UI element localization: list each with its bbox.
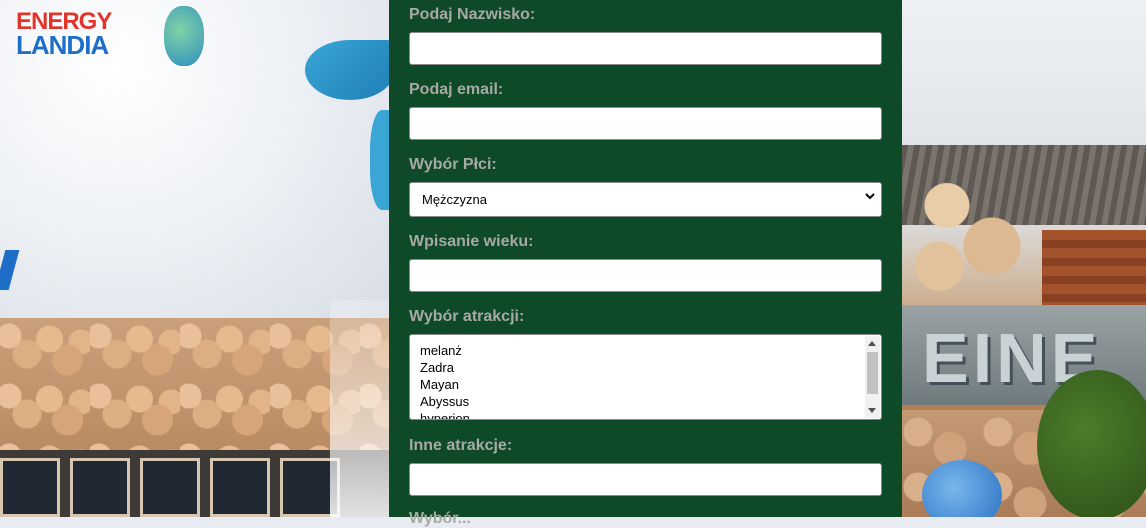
- other-attractions-label: Inne atrakcje:: [409, 437, 513, 454]
- next-field-label: Wybór...: [409, 510, 471, 527]
- sky: [902, 0, 1146, 160]
- chevron-down-icon: [865, 193, 875, 200]
- list-item[interactable]: Mayan: [420, 376, 881, 393]
- gender-label: Wybór Płci:: [409, 156, 497, 173]
- gender-select[interactable]: Mężczyzna: [409, 182, 882, 217]
- blue-fish-tail: [370, 110, 390, 210]
- list-item[interactable]: Abyssus: [420, 393, 881, 410]
- form-panel: Podaj Nazwisko: Podaj email: Wybór Płci:…: [389, 0, 902, 527]
- list-item[interactable]: melanż: [420, 342, 881, 359]
- email-label: Podaj email:: [409, 81, 504, 98]
- shop-window: [0, 458, 60, 517]
- gender-selected-value: Mężczyzna: [422, 192, 488, 207]
- blue-fish-sculpture: [305, 40, 390, 100]
- shop-window: [140, 458, 200, 517]
- shop-window: [70, 458, 130, 517]
- age-input[interactable]: [409, 259, 882, 292]
- background-photo-right: EINE: [902, 0, 1146, 517]
- logo-mascot-icon: [164, 6, 204, 66]
- water-fountain: [330, 300, 390, 517]
- scroll-down-arrow-icon[interactable]: [868, 408, 876, 413]
- attractions-listbox[interactable]: melanż Zadra Mayan Abyssus hyperion: [409, 334, 882, 420]
- email-input[interactable]: [409, 107, 882, 140]
- age-label: Wpisanie wieku:: [409, 233, 534, 250]
- logo-text-landia: LANDIA: [16, 30, 109, 60]
- list-item[interactable]: Zadra: [420, 359, 881, 376]
- scrollbar-thumb[interactable]: [867, 352, 878, 394]
- rock-sculpture: [902, 165, 1052, 300]
- shop-window: [210, 458, 270, 517]
- scroll-up-arrow-icon[interactable]: [868, 341, 876, 346]
- energylandia-logo: ENERGY LANDIA: [14, 6, 204, 68]
- other-attractions-input[interactable]: [409, 463, 882, 496]
- list-item[interactable]: hyperion: [420, 410, 881, 419]
- listbox-scrollbar[interactable]: [865, 336, 880, 418]
- surname-label: Podaj Nazwisko:: [409, 6, 536, 23]
- attractions-label: Wybór atrakcji:: [409, 308, 525, 325]
- surname-input[interactable]: [409, 32, 882, 65]
- background-photo-left: ENERGY LANDIA: [0, 0, 390, 517]
- tree: [1037, 370, 1146, 517]
- wooden-wall: [1042, 230, 1146, 310]
